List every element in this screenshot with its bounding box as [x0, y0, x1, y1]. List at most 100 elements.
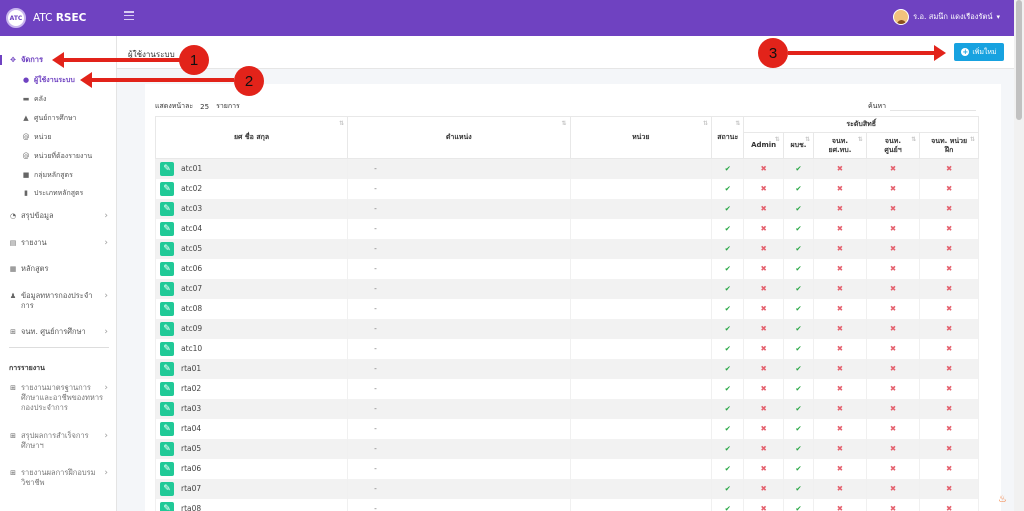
edit-icon[interactable]: ✎: [160, 461, 174, 476]
sidebar-item-graduation-summary[interactable]: ⊞ สรุปผลการสำเร็จการ ศึกษาฯ ›: [0, 431, 117, 451]
edit-icon[interactable]: ✎: [160, 161, 174, 176]
sidebar-item-course-type[interactable]: ▮ ประเภทหลักสูตร: [0, 188, 117, 198]
sidebar-item-label: ผู้ใช้งานระบบ: [34, 76, 75, 84]
officer-unit-cross-icon: ✖: [919, 198, 979, 219]
sidebar-item-course-group[interactable]: ■ กลุ่มหลักสูตร: [0, 170, 117, 180]
edit-icon[interactable]: ✎: [160, 381, 174, 396]
col-status[interactable]: ⇅ สถานะ: [711, 116, 745, 159]
cell-name: ✎ atc01: [154, 158, 349, 179]
cell-name: ✎ rta01: [154, 358, 349, 379]
user-icon: ●: [22, 76, 30, 84]
hq-check-icon: ✔: [782, 238, 815, 259]
sidebar-item-courses[interactable]: ▦ หลักสูตร: [0, 264, 117, 274]
cell-name: ✎ rta06: [154, 458, 349, 479]
table-row: ✎ atc05- ✔ ✖ ✔ ✖ ✖ ✖: [154, 238, 979, 259]
edit-icon[interactable]: ✎: [160, 401, 174, 416]
sidebar-item-label: สรุปผลการสำเร็จการ ศึกษาฯ: [21, 431, 89, 450]
officer-center-cross-icon: ✖: [865, 278, 921, 299]
cell-position: -: [347, 458, 571, 479]
cell-unit: [569, 458, 713, 479]
table-row: ✎ atc01- ✔ ✖ ✔ ✖ ✖ ✖: [154, 158, 979, 179]
col-name[interactable]: ⇅ ยศ ชื่อ สกุล: [154, 116, 349, 159]
scrollbar-thumb[interactable]: [1016, 0, 1022, 120]
sidebar-item-warehouse[interactable]: ▬ คลัง: [0, 94, 117, 104]
edit-icon[interactable]: ✎: [160, 241, 174, 256]
menu-toggle-icon[interactable]: [124, 11, 134, 20]
officer-unit-cross-icon: ✖: [919, 358, 979, 379]
sidebar-section-title: การรายงาน: [9, 364, 45, 372]
chevron-down-icon: ▾: [996, 13, 1000, 21]
cell-position: -: [347, 158, 571, 179]
hq-check-icon: ✔: [782, 318, 815, 339]
brand[interactable]: ATC ATC RSEC: [0, 0, 117, 36]
col-officer-edu[interactable]: ⇅ จนท. ยศ.ทบ.: [813, 132, 867, 159]
edit-icon[interactable]: ✎: [160, 361, 174, 376]
flame-icon[interactable]: ♨: [998, 494, 1007, 505]
officer-edu-cross-icon: ✖: [813, 298, 867, 319]
cell-name: ✎ rta07: [154, 478, 349, 499]
cell-name: ✎ atc07: [154, 278, 349, 299]
edit-icon[interactable]: ✎: [160, 181, 174, 196]
table-row: ✎ rta04- ✔ ✖ ✔ ✖ ✖ ✖: [154, 418, 979, 439]
officer-center-cross-icon: ✖: [865, 198, 921, 219]
sidebar-item-soldier-data[interactable]: ♟ ข้อมูลทหารกองประจำ การ ›: [0, 291, 117, 311]
hq-check-icon: ✔: [782, 358, 815, 379]
grid-icon: ⊞: [10, 384, 16, 392]
edit-icon[interactable]: ✎: [160, 261, 174, 276]
edit-icon[interactable]: ✎: [160, 301, 174, 316]
cell-unit: [569, 278, 713, 299]
sidebar-item-vocational-report[interactable]: ⊞ รายงานผลการฝึกอบรม วิชาชีพ ›: [0, 468, 117, 488]
officer-edu-cross-icon: ✖: [813, 418, 867, 439]
user-menu[interactable]: ร.อ. สมนึก แดงเรืองรัตน์ ▾: [893, 9, 1000, 25]
col-position[interactable]: ⇅ ตำแหน่ง: [347, 116, 571, 159]
officer-unit-cross-icon: ✖: [919, 218, 979, 239]
cell-position: -: [347, 478, 571, 499]
status-check-icon: ✔: [711, 398, 745, 419]
search-input[interactable]: [890, 110, 976, 111]
sidebar-item-standard-report[interactable]: ⊞ รายงานมาตรฐานการ ศึกษาและอาชีพของทหาร …: [0, 383, 117, 413]
add-new-button[interactable]: + เพิ่มใหม่: [954, 43, 1004, 61]
status-check-icon: ✔: [711, 298, 745, 319]
table-row: ✎ atc03- ✔ ✖ ✔ ✖ ✖ ✖: [154, 198, 979, 219]
sidebar-item-education-center[interactable]: ▲ ศูนย์การศึกษา: [0, 113, 117, 123]
sidebar-item-unit[interactable]: @ หน่วย: [0, 132, 117, 142]
cell-position: -: [347, 178, 571, 199]
hq-check-icon: ✔: [782, 478, 815, 499]
sidebar-item-summary[interactable]: ◔ สรุปข้อมูล ›: [0, 211, 117, 221]
admin-cross-icon: ✖: [743, 378, 784, 399]
edit-icon[interactable]: ✎: [160, 221, 174, 236]
status-check-icon: ✔: [711, 378, 745, 399]
officer-center-cross-icon: ✖: [865, 378, 921, 399]
col-hq[interactable]: ⇅ ผบช.: [782, 132, 815, 159]
sidebar-item-label: รายงาน: [21, 238, 47, 247]
edit-icon[interactable]: ✎: [160, 321, 174, 336]
sidebar-item-reporting-units[interactable]: @ หน่วยที่ต้องรายงาน: [0, 151, 117, 161]
edit-icon[interactable]: ✎: [160, 201, 174, 216]
col-officer-unit[interactable]: ⇅ จนท. หน่วย ฝึก: [919, 132, 979, 159]
col-unit[interactable]: ⇅ หน่วย: [569, 116, 713, 159]
sidebar-item-report[interactable]: ▤ รายงาน ›: [0, 238, 117, 248]
page-size-select[interactable]: 25: [197, 103, 212, 111]
status-check-icon: ✔: [711, 238, 745, 259]
hq-check-icon: ✔: [782, 278, 815, 299]
edit-icon[interactable]: ✎: [160, 281, 174, 296]
admin-cross-icon: ✖: [743, 158, 784, 179]
cell-name: ✎ atc06: [154, 258, 349, 279]
car-icon: ■: [22, 171, 30, 179]
officer-center-cross-icon: ✖: [865, 218, 921, 239]
cell-name: ✎ rta05: [154, 438, 349, 459]
edit-icon[interactable]: ✎: [160, 441, 174, 456]
cell-position: -: [347, 258, 571, 279]
admin-cross-icon: ✖: [743, 438, 784, 459]
edit-icon[interactable]: ✎: [160, 421, 174, 436]
edit-icon[interactable]: ✎: [160, 341, 174, 356]
col-admin[interactable]: ⇅ Admin: [743, 132, 784, 159]
admin-cross-icon: ✖: [743, 218, 784, 239]
sidebar-item-education-staff[interactable]: ⊞ จนท. ศูนย์การศึกษา ›: [0, 327, 117, 337]
page-scrollbar[interactable]: [1014, 0, 1024, 511]
status-check-icon: ✔: [711, 258, 745, 279]
archive-icon: ▬: [22, 95, 30, 103]
edit-icon[interactable]: ✎: [160, 501, 174, 511]
edit-icon[interactable]: ✎: [160, 481, 174, 496]
col-officer-center[interactable]: ⇅ จนท. ศูนย์ฯ: [865, 132, 921, 159]
